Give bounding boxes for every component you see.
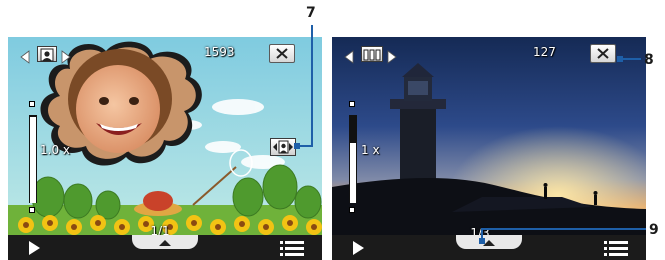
callout-7-dot <box>294 143 300 149</box>
zoom-slider[interactable] <box>28 101 38 213</box>
play-icon[interactable] <box>28 240 42 256</box>
close-button[interactable] <box>590 44 616 63</box>
template-toggle-button[interactable] <box>270 138 296 156</box>
callout-9-line <box>483 228 646 230</box>
callout-7-label: 7 <box>306 5 316 21</box>
zoom-track <box>349 115 357 203</box>
right-camera-screen: 127 1 x 1/3 <box>332 37 646 260</box>
zoom-out-marker <box>349 207 355 213</box>
zoom-slider[interactable] <box>348 101 358 213</box>
prev-mode-icon[interactable] <box>344 49 354 68</box>
zoom-in-marker <box>349 101 355 107</box>
shots-remaining-counter: 1593 <box>204 45 235 59</box>
close-x-icon <box>597 48 609 59</box>
zoom-level-label: 1 x <box>361 143 380 157</box>
up-arrow-icon <box>483 240 495 246</box>
portrait-mode-icon[interactable] <box>37 46 57 62</box>
menu-list-icon[interactable] <box>280 241 304 256</box>
menu-list-icon[interactable] <box>604 241 628 256</box>
up-arrow-button[interactable] <box>456 235 522 249</box>
left-viewfinder <box>8 37 322 235</box>
callout-7-line-h <box>298 145 313 147</box>
callout-9-dot <box>479 238 485 244</box>
callout-9-label: 9 <box>649 222 659 238</box>
callout-7-line <box>311 25 313 146</box>
zoom-in-marker <box>29 101 35 107</box>
zoom-level-label: 1.0 x <box>40 143 70 157</box>
next-mode-icon[interactable] <box>61 49 71 68</box>
next-mode-icon[interactable] <box>387 49 397 68</box>
play-icon[interactable] <box>352 240 366 256</box>
callout-8-line <box>621 58 641 60</box>
up-arrow-button[interactable] <box>132 235 198 249</box>
right-viewfinder <box>332 37 646 235</box>
up-arrow-icon <box>159 240 171 246</box>
bottom-toolbar <box>8 235 322 260</box>
zoom-track <box>29 115 37 203</box>
zoom-level-fill <box>350 143 356 203</box>
close-x-icon <box>276 48 288 59</box>
shots-remaining-counter: 127 <box>533 45 556 59</box>
left-camera-screen: 1593 1.0 x 1/1 <box>8 37 322 260</box>
close-button[interactable] <box>269 44 295 63</box>
callout-8-dot <box>617 56 623 62</box>
zoom-out-marker <box>29 207 35 213</box>
callout-8-label: 8 <box>644 52 654 68</box>
burst-mode-icon[interactable] <box>361 46 383 62</box>
zoom-level-fill <box>30 117 36 203</box>
portrait-template-icon <box>273 140 293 154</box>
bottom-toolbar <box>332 235 646 260</box>
prev-mode-icon[interactable] <box>20 49 30 68</box>
